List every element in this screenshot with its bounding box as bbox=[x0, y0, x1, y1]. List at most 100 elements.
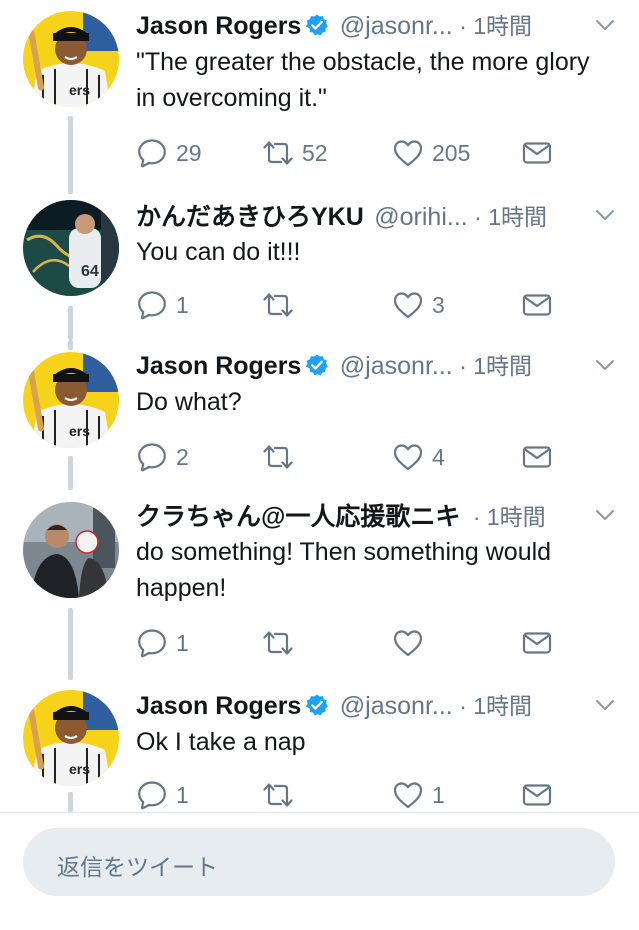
retweet-button[interactable]: 52 bbox=[262, 133, 328, 173]
reply-count: 2 bbox=[176, 443, 189, 470]
tweet-header: Jason Rogers @jasonr... · 1時間 bbox=[136, 687, 625, 723]
dm-button[interactable] bbox=[521, 775, 553, 812]
timestamp[interactable]: · 1時間 bbox=[459, 353, 532, 379]
tweet-thread: Jason Rogers @jasonr... · 1時間 "The great… bbox=[0, 0, 639, 812]
reply-count: 1 bbox=[176, 291, 189, 318]
like-button[interactable]: 4 bbox=[392, 437, 445, 477]
chevron-down-icon[interactable] bbox=[593, 203, 617, 232]
timestamp[interactable]: · 1時間 bbox=[474, 204, 547, 230]
reply-compose-field[interactable]: 返信をツイート bbox=[23, 828, 615, 896]
display-name[interactable]: クラちゃん@一人応援歌ニキ bbox=[136, 503, 460, 531]
tweet[interactable]: クラちゃん@一人応援歌ニキ · 1時間 do something! Then s… bbox=[0, 490, 639, 680]
tweet-header: Jason Rogers @jasonr... · 1時間 bbox=[136, 347, 625, 383]
tweet-actions: 29 52 205 bbox=[0, 133, 639, 173]
user-handle[interactable]: @jasonr... bbox=[340, 12, 453, 40]
tweet-text: Do what? bbox=[136, 388, 242, 416]
reply-button[interactable]: 1 bbox=[136, 623, 189, 663]
reply-button[interactable]: 1 bbox=[136, 285, 189, 325]
like-icon bbox=[392, 289, 424, 321]
tweet-header: Jason Rogers @jasonr... · 1時間 bbox=[136, 7, 625, 43]
tweet-header: クラちゃん@一人応援歌ニキ · 1時間 bbox=[136, 497, 625, 533]
reply-icon bbox=[136, 137, 168, 169]
reply-icon bbox=[136, 289, 168, 321]
tweet[interactable]: Jason Rogers @jasonr... · 1時間 Ok I take … bbox=[0, 680, 639, 812]
like-button[interactable]: 3 bbox=[392, 285, 445, 325]
tweet[interactable]: Jason Rogers @jasonr... · 1時間 Do what? 2… bbox=[0, 340, 639, 490]
tweet-actions: 1 3 bbox=[0, 285, 639, 325]
display-name[interactable]: Jason Rogers bbox=[136, 12, 301, 40]
tweet-actions: 1 bbox=[0, 623, 639, 663]
tweet-text: "The greater the obstacle, the more glor… bbox=[136, 48, 590, 112]
reply-placeholder: 返信をツイート bbox=[57, 854, 218, 880]
like-icon bbox=[392, 627, 424, 659]
tweet-text: You can do it!!! bbox=[136, 238, 301, 266]
avatar[interactable] bbox=[23, 690, 119, 786]
display-name[interactable]: Jason Rogers bbox=[136, 692, 301, 720]
like-count: 4 bbox=[432, 443, 445, 470]
chevron-down-icon[interactable] bbox=[593, 353, 617, 382]
retweet-button[interactable] bbox=[262, 285, 302, 325]
dm-icon bbox=[521, 137, 553, 169]
like-count: 205 bbox=[432, 139, 471, 166]
dm-button[interactable] bbox=[521, 437, 553, 477]
retweet-icon bbox=[262, 779, 294, 811]
retweet-icon bbox=[262, 441, 294, 473]
avatar[interactable] bbox=[23, 352, 119, 448]
reply-icon bbox=[136, 441, 168, 473]
tweet-text: do something! Then something would happe… bbox=[136, 538, 552, 602]
retweet-icon bbox=[262, 137, 294, 169]
thread-line bbox=[68, 340, 73, 350]
timestamp[interactable]: · 1時間 bbox=[459, 13, 532, 39]
dm-icon bbox=[521, 627, 553, 659]
tweet-text: Ok I take a nap bbox=[136, 728, 306, 756]
dm-button[interactable] bbox=[521, 623, 553, 663]
reply-button[interactable]: 29 bbox=[136, 133, 202, 173]
reply-icon bbox=[136, 627, 168, 659]
user-handle[interactable]: @jasonr... bbox=[340, 352, 453, 380]
timestamp[interactable]: · 1時間 bbox=[459, 693, 532, 719]
dm-icon bbox=[521, 289, 553, 321]
like-icon bbox=[392, 137, 424, 169]
avatar[interactable] bbox=[23, 502, 119, 598]
retweet-button[interactable] bbox=[262, 775, 302, 812]
verified-badge-icon bbox=[305, 353, 329, 382]
dm-icon bbox=[521, 441, 553, 473]
retweet-count: 52 bbox=[302, 139, 328, 166]
tweet-actions: 2 4 bbox=[0, 437, 639, 477]
dm-icon bbox=[521, 779, 553, 811]
chevron-down-icon[interactable] bbox=[593, 13, 617, 42]
display-name[interactable]: Jason Rogers bbox=[136, 352, 301, 380]
dm-button[interactable] bbox=[521, 285, 553, 325]
retweet-button[interactable] bbox=[262, 623, 302, 663]
dm-button[interactable] bbox=[521, 133, 553, 173]
reply-count: 1 bbox=[176, 781, 189, 808]
reply-icon bbox=[136, 779, 168, 811]
tweet-actions: 1 1 bbox=[0, 775, 639, 812]
like-button[interactable]: 205 bbox=[392, 133, 470, 173]
user-handle[interactable]: @orihi... bbox=[374, 203, 467, 231]
reply-divider bbox=[0, 812, 639, 813]
verified-badge-icon bbox=[305, 13, 329, 42]
like-button[interactable] bbox=[392, 623, 432, 663]
reply-count: 1 bbox=[176, 629, 189, 656]
like-count: 1 bbox=[432, 781, 445, 808]
tweet[interactable]: Jason Rogers @jasonr... · 1時間 "The great… bbox=[0, 0, 639, 194]
chevron-down-icon[interactable] bbox=[593, 693, 617, 722]
timestamp[interactable]: · 1時間 bbox=[473, 504, 546, 530]
reply-button[interactable]: 2 bbox=[136, 437, 189, 477]
chevron-down-icon[interactable] bbox=[593, 503, 617, 532]
like-count: 3 bbox=[432, 291, 445, 318]
verified-badge-icon bbox=[305, 693, 329, 722]
retweet-button[interactable] bbox=[262, 437, 302, 477]
tweet[interactable]: かんだあきひろYKU @orihi... · 1時間 You can do it… bbox=[0, 190, 639, 340]
display-name[interactable]: かんだあきひろYKU bbox=[136, 203, 364, 231]
avatar[interactable] bbox=[23, 11, 119, 107]
like-icon bbox=[392, 441, 424, 473]
reply-count: 29 bbox=[176, 139, 202, 166]
reply-button[interactable]: 1 bbox=[136, 775, 189, 812]
user-handle[interactable]: @jasonr... bbox=[340, 692, 453, 720]
like-button[interactable]: 1 bbox=[392, 775, 445, 812]
retweet-icon bbox=[262, 289, 294, 321]
like-icon bbox=[392, 779, 424, 811]
avatar[interactable] bbox=[23, 200, 119, 296]
